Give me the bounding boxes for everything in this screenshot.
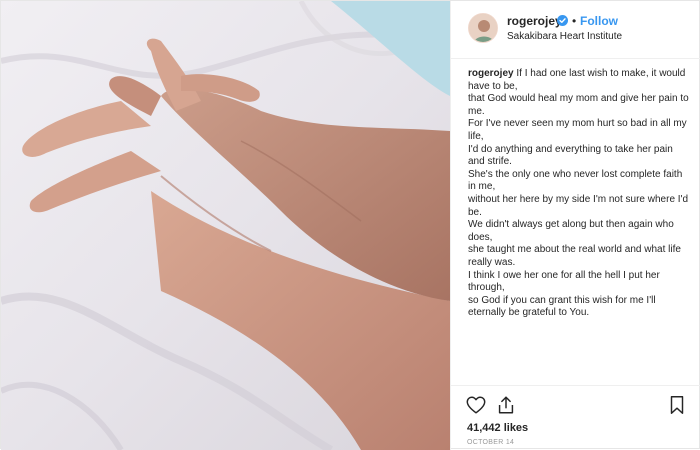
username-link[interactable]: rogerojey (507, 14, 562, 28)
avatar[interactable] (468, 13, 498, 43)
caption-line-8: she taught me about the real world and w… (468, 244, 681, 268)
caption-username-link[interactable]: rogerojey (468, 68, 514, 79)
post-actions: 41,442 likes OCTOBER 14 (451, 385, 700, 450)
location-link[interactable]: Sakakibara Heart Institute (507, 31, 622, 42)
instagram-post: rogerojey • Follow Sakakibara Heart Inst… (0, 0, 700, 450)
caption-line-9: I think I owe her one for all the hell I… (468, 269, 660, 294)
share-icon[interactable] (495, 394, 517, 416)
caption-line-3: For I've never seen my mom hurt so bad i… (468, 118, 687, 142)
verified-badge-icon (557, 15, 568, 26)
post-photo[interactable] (1, 1, 450, 450)
caption-line-6: without her here by my side I'm not sure… (468, 193, 689, 218)
caption-line-10: so God if you can grant this wish for me… (468, 294, 656, 319)
post-header: rogerojey • Follow Sakakibara Heart Inst… (451, 1, 700, 59)
post-side-panel: rogerojey • Follow Sakakibara Heart Inst… (450, 1, 700, 450)
caption-line-1: rogerojey If I had one last wish to make… (468, 68, 692, 93)
likes-count[interactable]: 41,442 likes (467, 422, 528, 434)
holding-hands-image (1, 1, 450, 450)
caption-line-5: She's the only one who never lost comple… (468, 168, 683, 193)
bookmark-icon[interactable] (666, 394, 688, 416)
caption-line-7: We didn't always get along but then agai… (468, 219, 674, 243)
post-date[interactable]: OCTOBER 14 (467, 439, 514, 446)
avatar-image (469, 14, 497, 42)
heart-icon[interactable] (465, 394, 487, 416)
separator-dot: • (572, 14, 577, 28)
follow-button[interactable]: Follow (580, 14, 618, 28)
caption-line-2: that God would heal my mom and give her … (468, 93, 689, 117)
caption-line-4: I'd do anything and everything to take h… (468, 143, 673, 168)
caption: rogerojey If I had one last wish to make… (468, 68, 692, 320)
